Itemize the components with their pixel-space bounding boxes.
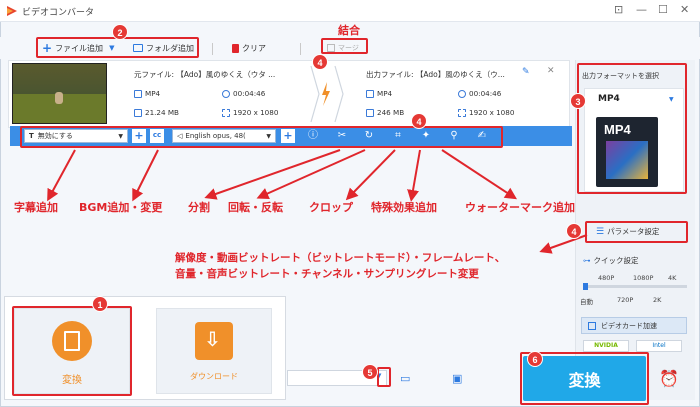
step-badge: 6 — [527, 351, 543, 367]
annotation-crop: クロップ — [309, 201, 353, 214]
step-badge: 2 — [112, 24, 128, 40]
annotation-param-line2: 音量・音声ビットレート・チャンネル・サンプリングレート変更 — [175, 268, 479, 280]
step-badge: 3 — [570, 93, 586, 109]
step-badge: 1 — [92, 296, 108, 312]
annotation-split: 分割 — [188, 201, 210, 214]
step-badge: 4 — [566, 223, 582, 239]
step-badge: 4 — [312, 54, 328, 70]
annotation-bgm: BGM追加・変更 — [79, 201, 163, 214]
step-badge: 4 — [411, 113, 427, 129]
annotation-param-line1: 解像度・動画ビットレート（ビットレートモード）・フレームレート、 — [175, 252, 506, 264]
annotation-effects: 特殊効果追加 — [371, 201, 437, 214]
annotation-rotate: 回転・反転 — [228, 201, 283, 214]
annotation-watermark: ウォーターマーク追加 — [465, 201, 575, 214]
annotation-subtitle: 字幕追加 — [14, 201, 58, 214]
annotation-merge: 結合 — [338, 24, 360, 37]
step-badge: 5 — [362, 364, 378, 380]
